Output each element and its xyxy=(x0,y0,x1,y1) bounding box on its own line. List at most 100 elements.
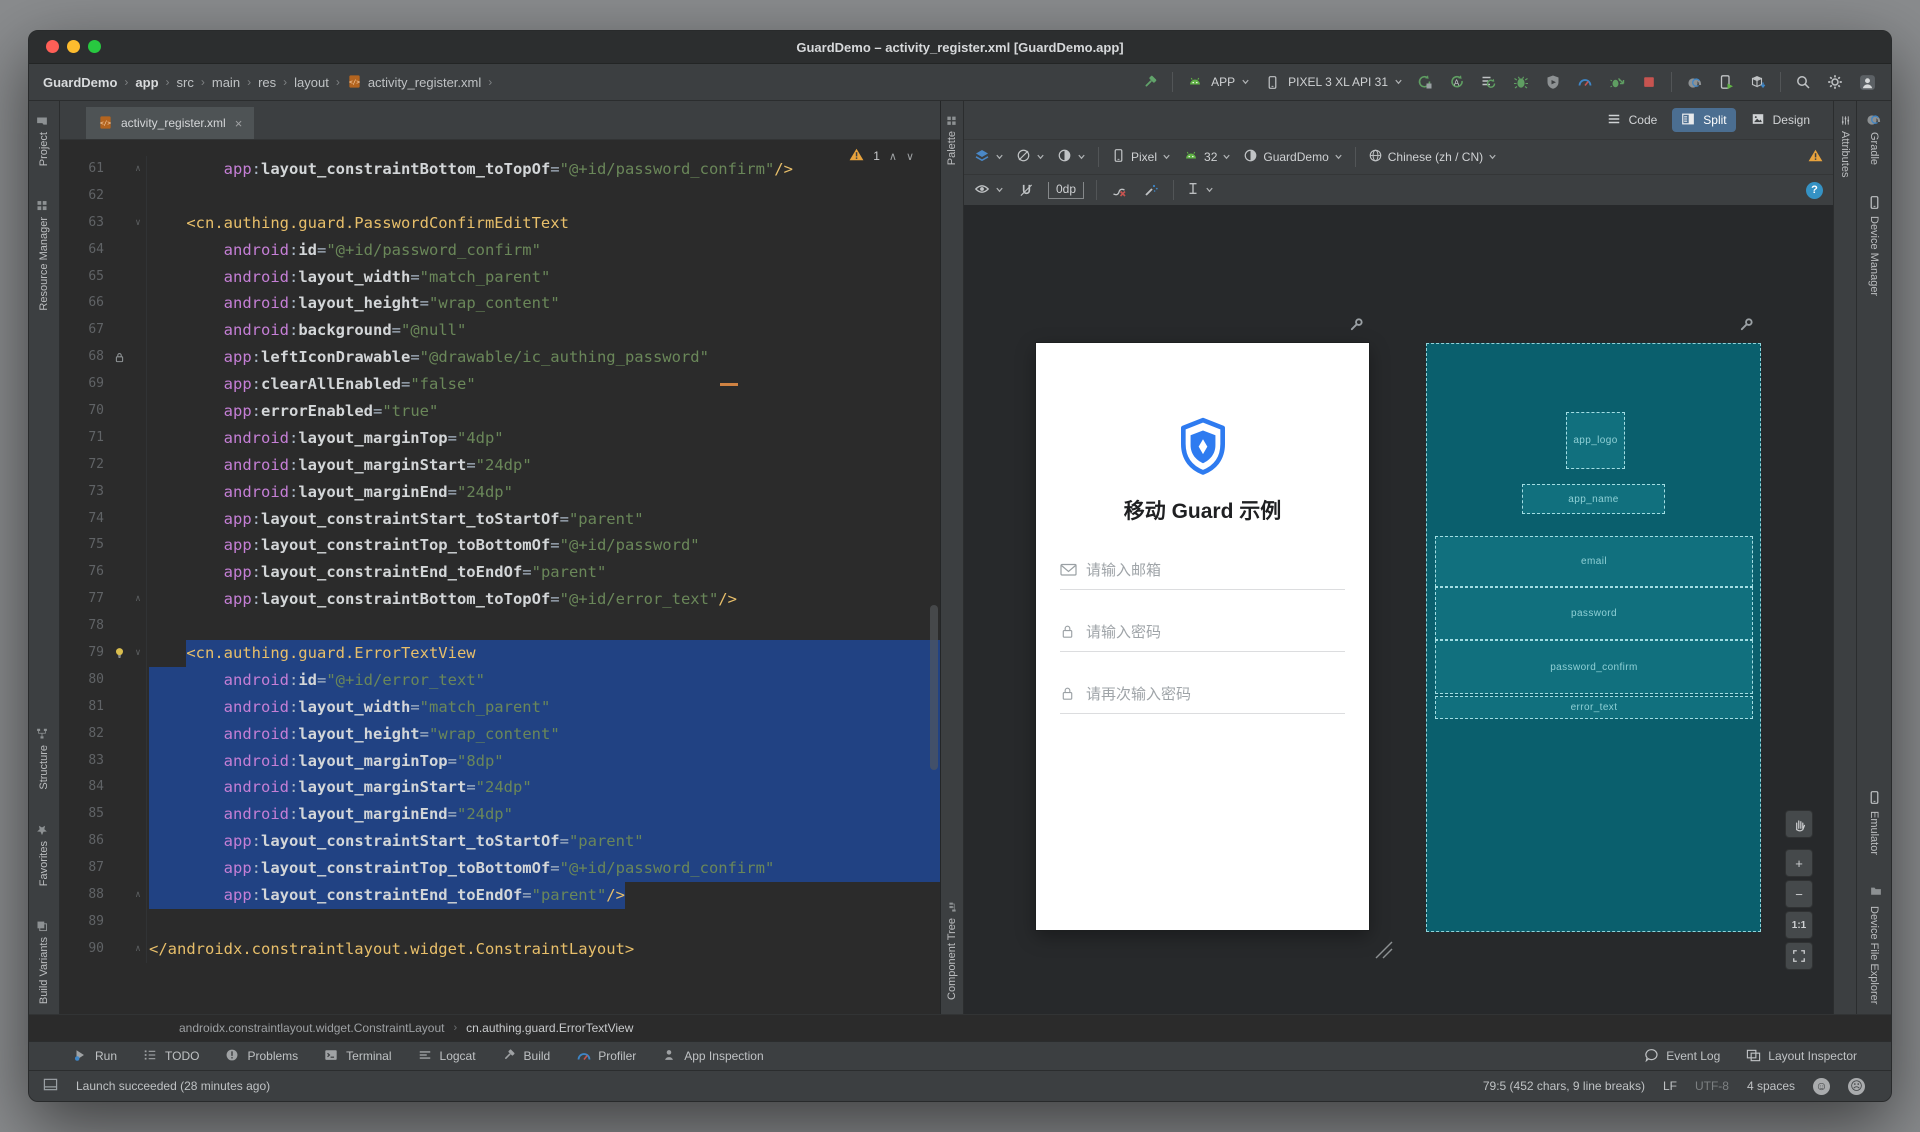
breadcrumb-item-src[interactable]: src xyxy=(177,75,194,90)
api-level-menu[interactable]: 32 xyxy=(1183,148,1231,167)
autoconnect-magnet-icon[interactable] xyxy=(1016,180,1036,200)
code-line-61[interactable]: 61∧ app:layout_constraintBottom_toTopOf=… xyxy=(60,156,940,183)
code-line-77[interactable]: 77∧ app:layout_constraintBottom_toTopOf=… xyxy=(60,586,940,613)
input-field-lock[interactable]: 请再次输入密码 xyxy=(1060,683,1345,714)
pan-hand-button[interactable] xyxy=(1785,810,1813,838)
tool-button-build[interactable]: Build xyxy=(502,1048,551,1064)
status-message[interactable]: Launch succeeded (28 minutes ago) xyxy=(76,1079,270,1093)
tool-window-button-device-manager[interactable]: Device Manager xyxy=(1866,195,1882,296)
breadcrumb-item-guarddemo[interactable]: GuardDemo xyxy=(43,75,117,90)
wrench-icon[interactable] xyxy=(1349,317,1365,333)
tool-button-logcat[interactable]: Logcat xyxy=(418,1048,476,1064)
code-line-88[interactable]: 88∧ app:layout_constraintEnd_toEndOf="pa… xyxy=(60,882,940,909)
tool-button-run[interactable]: Run xyxy=(73,1048,117,1064)
indent-setting[interactable]: 4 spaces xyxy=(1747,1079,1795,1093)
run-configuration-select[interactable]: APP xyxy=(1185,72,1250,92)
code-line-82[interactable]: 82 android:layout_height="wrap_content" xyxy=(60,721,940,748)
code-line-66[interactable]: 66 android:layout_height="wrap_content" xyxy=(60,290,940,317)
blueprint-box-password[interactable]: password xyxy=(1435,587,1753,640)
blueprint-box-error_text[interactable]: error_text xyxy=(1435,696,1753,719)
code-line-67[interactable]: 67 android:background="@null" xyxy=(60,317,940,344)
orientation-menu[interactable] xyxy=(1016,148,1045,166)
mode-split[interactable]: Split xyxy=(1672,108,1735,132)
attach-debugger-button[interactable] xyxy=(1607,72,1627,92)
code-line-65[interactable]: 65 android:layout_width="match_parent" xyxy=(60,264,940,291)
build-hammer-button[interactable] xyxy=(1140,72,1160,92)
tool-button-problems[interactable]: Problems xyxy=(225,1048,298,1064)
settings-gear-icon[interactable] xyxy=(1825,72,1845,92)
line-separator[interactable]: LF xyxy=(1663,1079,1677,1093)
next-problem-icon[interactable]: ∨ xyxy=(906,150,914,163)
mode-code[interactable]: Code xyxy=(1598,108,1667,132)
tool-window-button-device-file-explorer[interactable]: Device File Explorer xyxy=(1866,885,1882,1004)
code-line-81[interactable]: 81 android:layout_width="match_parent" xyxy=(60,694,940,721)
breadcrumb-item-app[interactable]: app xyxy=(135,75,158,90)
blueprint-box-app_logo[interactable]: app_logo xyxy=(1566,412,1625,469)
pack-menu[interactable] xyxy=(1186,181,1214,199)
inspection-widget[interactable]: 1 ∧ ∨ xyxy=(849,148,914,164)
code-line-90[interactable]: 90∧</androidx.constraintlayout.widget.Co… xyxy=(60,936,940,963)
device-manager-button[interactable] xyxy=(1716,72,1736,92)
minimize-window-button[interactable] xyxy=(67,40,80,53)
night-mode-menu[interactable] xyxy=(1057,148,1086,166)
code-line-68[interactable]: 68 app:leftIconDrawable="@drawable/ic_au… xyxy=(60,344,940,371)
theme-menu[interactable]: GuardDemo xyxy=(1243,148,1342,166)
code-editor[interactable]: 61∧ app:layout_constraintBottom_toTopOf=… xyxy=(60,140,940,1014)
default-margin-selector[interactable]: 0dp xyxy=(1048,182,1084,199)
close-tab-icon[interactable]: × xyxy=(235,116,243,131)
tool-window-button-gradle[interactable]: Gradle xyxy=(1866,111,1882,165)
code-line-86[interactable]: 86 app:layout_constraintStart_toStartOf=… xyxy=(60,828,940,855)
code-line-64[interactable]: 64 android:id="@+id/password_confirm" xyxy=(60,237,940,264)
search-icon[interactable] xyxy=(1793,72,1813,92)
blueprint-box-app_name[interactable]: app_name xyxy=(1522,484,1665,514)
code-line-75[interactable]: 75 app:layout_constraintTop_toBottomOf="… xyxy=(60,532,940,559)
code-line-85[interactable]: 85 android:layout_marginEnd="24dp" xyxy=(60,801,940,828)
breadcrumb-item-main[interactable]: main xyxy=(212,75,240,90)
zoom-window-button[interactable] xyxy=(88,40,101,53)
resize-handle-icon[interactable] xyxy=(1372,938,1394,960)
stop-button[interactable] xyxy=(1639,72,1659,92)
tool-button-app-inspection[interactable]: App Inspection xyxy=(662,1048,763,1064)
apply-code-changes-button[interactable] xyxy=(1479,72,1499,92)
code-line-87[interactable]: 87 app:layout_constraintTop_toBottomOf="… xyxy=(60,855,940,882)
wrench-icon[interactable] xyxy=(1739,317,1755,333)
blueprint-screen[interactable]: app_logoapp_nameemailpasswordpassword_co… xyxy=(1426,343,1761,932)
render-warning-icon[interactable] xyxy=(1808,149,1823,165)
code-line-69[interactable]: 69 app:clearAllEnabled="false" xyxy=(60,371,940,398)
tool-button-terminal[interactable]: Terminal xyxy=(324,1048,391,1064)
sdk-manager-button[interactable] xyxy=(1748,72,1768,92)
code-line-70[interactable]: 70 app:errorEnabled="true" xyxy=(60,398,940,425)
breadcrumb-item-res[interactable]: res xyxy=(258,75,276,90)
view-options-menu[interactable] xyxy=(974,181,1004,200)
code-line-73[interactable]: 73 android:layout_marginEnd="24dp" xyxy=(60,479,940,506)
previous-problem-icon[interactable]: ∧ xyxy=(889,150,897,163)
code-line-63[interactable]: 63∨ <cn.authing.guard.PasswordConfirmEdi… xyxy=(60,210,940,237)
zoom-reset-button[interactable]: 1:1 xyxy=(1785,911,1813,939)
tool-window-button-favorites[interactable]: Favorites xyxy=(36,820,52,886)
code-line-78[interactable]: 78 xyxy=(60,613,940,640)
design-canvas[interactable]: 移动 Guard 示例 请输入邮箱请输入密码请再次输入密码 app_logoap… xyxy=(964,205,1833,1014)
zoom-in-button[interactable]: + xyxy=(1785,849,1813,877)
code-line-72[interactable]: 72 android:layout_marginStart="24dp" xyxy=(60,452,940,479)
code-line-62[interactable]: 62 xyxy=(60,183,940,210)
caret-position[interactable]: 79:5 (452 chars, 9 line breaks) xyxy=(1483,1079,1645,1093)
device-select[interactable]: PIXEL 3 XL API 31 xyxy=(1262,72,1403,92)
tool-button-event-log[interactable]: Event Log xyxy=(1644,1048,1720,1064)
code-line-76[interactable]: 76 app:layout_constraintEnd_toEndOf="par… xyxy=(60,559,940,586)
tool-window-toggle-icon[interactable] xyxy=(43,1077,58,1095)
tool-window-button-resource-manager[interactable]: Resource Manager xyxy=(36,196,52,311)
editor-tab-activity-register[interactable]: </> activity_register.xml × xyxy=(86,107,254,139)
apply-changes-restart-button[interactable]: A xyxy=(1447,72,1467,92)
design-surface-menu[interactable] xyxy=(974,148,1004,167)
bulb-gutter-icon[interactable] xyxy=(108,640,130,667)
gradle-sync-button[interactable] xyxy=(1684,72,1704,92)
breadcrumb-item-layout[interactable]: layout xyxy=(294,75,329,90)
happy-face-icon[interactable]: ☺ xyxy=(1813,1078,1830,1095)
code-line-84[interactable]: 84 android:layout_marginStart="24dp" xyxy=(60,774,940,801)
palette-tab[interactable]: Palette xyxy=(946,115,958,165)
rerun-button[interactable] xyxy=(1415,72,1435,92)
tool-button-todo[interactable]: TODO xyxy=(143,1048,199,1064)
code-line-80[interactable]: 80 android:id="@+id/error_text" xyxy=(60,667,940,694)
blueprint-box-email[interactable]: email xyxy=(1435,536,1753,587)
attributes-tab[interactable]: Attributes xyxy=(1839,115,1851,177)
